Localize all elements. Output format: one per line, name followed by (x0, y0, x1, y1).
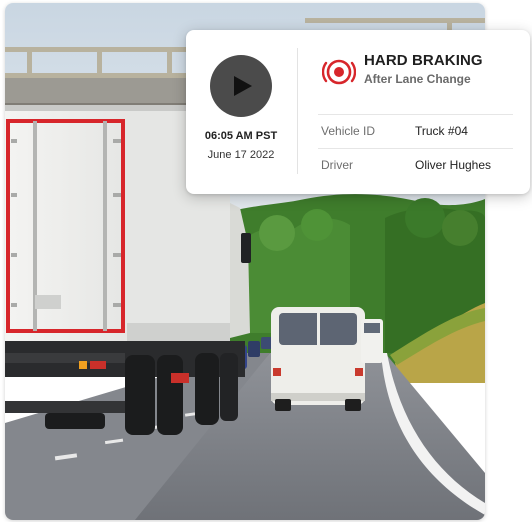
vehicle-id-value: Truck #04 (415, 124, 468, 138)
card-divider (297, 48, 298, 174)
row-divider (318, 148, 513, 149)
event-time: 06:05 AM PST (204, 130, 278, 142)
event-date: June 17 2022 (207, 149, 275, 161)
play-button[interactable] (210, 55, 272, 117)
event-title: HARD BRAKING (364, 52, 483, 69)
driver-label: Driver (321, 158, 353, 172)
driver-value: Oliver Hughes (415, 158, 492, 172)
event-card: 06:05 AM PST June 17 2022 HARD BRAKING A… (186, 30, 530, 194)
vehicle-id-label: Vehicle ID (321, 124, 376, 138)
event-subtitle: After Lane Change (364, 72, 471, 86)
play-icon (234, 76, 252, 96)
hard-braking-icon (322, 59, 356, 85)
row-divider (318, 114, 513, 115)
